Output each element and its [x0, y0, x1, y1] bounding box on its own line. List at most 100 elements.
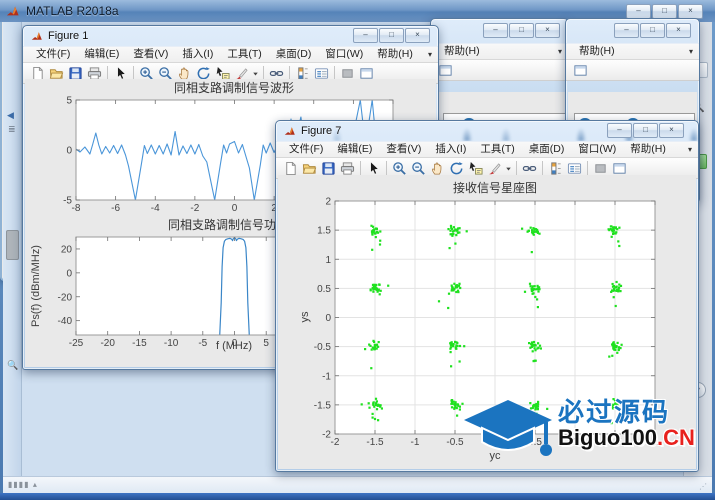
menu-insert[interactable]: 插入(I) [175, 47, 220, 62]
close-button[interactable]: × [678, 4, 703, 19]
minimize-button[interactable]: – [353, 28, 378, 43]
svg-text:-5: -5 [198, 338, 207, 349]
watermark-domain-suffix: .CN [657, 425, 695, 450]
svg-text:-2: -2 [331, 437, 340, 448]
minimize-button[interactable]: – [626, 4, 651, 19]
svg-text:5: 5 [66, 96, 72, 107]
svg-text:0: 0 [325, 313, 331, 324]
svg-text:-20: -20 [100, 338, 115, 349]
toolbar-separator [542, 161, 543, 175]
fig7-title: 接收信号星座图 [453, 180, 537, 195]
svg-text:20: 20 [61, 244, 73, 255]
maximize-button[interactable]: □ [640, 23, 665, 38]
toolbar-separator [334, 66, 335, 80]
toolbar-separator [386, 161, 387, 175]
svg-text:-2: -2 [190, 203, 199, 214]
fig1-plot1-title: 同相支路调制信号波形 [174, 80, 294, 95]
graduation-cap-icon [462, 398, 554, 468]
svg-text:0: 0 [232, 338, 238, 349]
menu-help[interactable]: 帮助(H) [370, 47, 420, 62]
svg-text:0: 0 [66, 146, 72, 157]
menu-tools[interactable]: 工具(T) [473, 142, 521, 157]
bg2-window-controls: – □ × [614, 23, 691, 38]
svg-text:-1: -1 [411, 437, 420, 448]
toolbar-separator [360, 161, 361, 175]
svg-text:-15: -15 [132, 338, 147, 349]
toolbar-separator [516, 161, 517, 175]
bg2-titlebar[interactable]: – □ × [566, 19, 699, 43]
svg-text:0: 0 [232, 203, 238, 214]
main-window-controls: – □ × [626, 4, 703, 19]
resize-grip[interactable]: ⋰ [699, 482, 708, 491]
menu-desktop[interactable]: 桌面(D) [522, 142, 572, 157]
glass-blur-peak [687, 122, 701, 141]
menu-overflow-chevron[interactable]: ▾ [689, 47, 693, 56]
search-icon[interactable]: 🔍 [7, 360, 18, 371]
menu-help[interactable]: 帮助(H) [572, 44, 622, 59]
svg-text:-25: -25 [69, 338, 84, 349]
show-plot-tools-button[interactable] [571, 61, 590, 79]
figure1-titlebar[interactable]: Figure 1 – □ × [23, 26, 438, 46]
maximize-button[interactable]: □ [633, 123, 658, 138]
close-button[interactable]: × [659, 123, 684, 138]
glass-blur-peak [574, 122, 588, 141]
menu-help[interactable]: 帮助(H) [437, 44, 487, 59]
svg-text:5: 5 [263, 338, 269, 349]
bg1-window-controls: – □ × [483, 23, 560, 38]
close-button[interactable]: × [535, 23, 560, 38]
svg-text:-20: -20 [58, 292, 73, 303]
svg-text:-0.5: -0.5 [314, 342, 332, 353]
menu-file[interactable]: 文件(F) [29, 47, 77, 62]
minimize-button[interactable]: – [614, 23, 639, 38]
svg-text:0.5: 0.5 [317, 284, 331, 295]
svg-text:-1.5: -1.5 [366, 437, 384, 448]
svg-text:2: 2 [325, 197, 331, 208]
close-button[interactable]: × [405, 28, 430, 43]
menu-desktop[interactable]: 桌面(D) [269, 47, 319, 62]
menu-window[interactable]: 窗口(W) [318, 47, 370, 62]
figure7-title: Figure 7 [301, 125, 342, 137]
svg-text:0: 0 [66, 268, 72, 279]
matlab-statusbar: ▮▮▮▮ ▴ ⋰ [3, 476, 712, 493]
figure1-menubar: 文件(F) 编辑(E) 查看(V) 插入(I) 工具(T) 桌面(D) 窗口(W) 帮助(H)… [23, 46, 438, 63]
menu-view[interactable]: 查看(V) [126, 47, 175, 62]
menu-overflow-chevron[interactable]: ▾ [688, 145, 692, 154]
minimize-button[interactable]: – [607, 123, 632, 138]
svg-text:-1.5: -1.5 [314, 400, 332, 411]
glass-blur-peak [499, 122, 513, 141]
svg-text:-6: -6 [111, 203, 120, 214]
watermark-brand-en: Biguo100 [558, 425, 658, 450]
figure7-titlebar[interactable]: Figure 7 – □ × [276, 121, 701, 141]
close-button[interactable]: × [666, 23, 691, 38]
menu-tools[interactable]: 工具(T) [220, 47, 268, 62]
menu-help[interactable]: 帮助(H) [623, 142, 673, 157]
statusbar-grip-widget[interactable]: ▮▮▮▮ ▴ [8, 480, 38, 489]
toolbar-separator [107, 66, 108, 80]
svg-text:-1: -1 [322, 371, 331, 382]
bg1-titlebar[interactable]: – □ × [431, 19, 568, 43]
maximize-button[interactable]: □ [379, 28, 404, 43]
toolbar-separator [289, 66, 290, 80]
figure7-window-controls: – □ × [607, 123, 684, 138]
bg2-menubar: 帮助(H) ▾ [566, 43, 699, 60]
svg-text:-10: -10 [164, 338, 179, 349]
bg1-menubar: 帮助(H) ▾ [431, 43, 568, 60]
menu-insert[interactable]: 插入(I) [428, 142, 473, 157]
maximize-button[interactable]: □ [509, 23, 534, 38]
fig7-ylabel: ys [299, 311, 311, 323]
toolbar-separator [587, 161, 588, 175]
menu-overflow-chevron[interactable]: ▾ [558, 47, 562, 56]
menu-overflow-chevron[interactable]: ▾ [428, 50, 432, 59]
menu-edit[interactable]: 编辑(E) [330, 142, 379, 157]
menu-window[interactable]: 窗口(W) [571, 142, 623, 157]
menu-file[interactable]: 文件(F) [282, 142, 330, 157]
maximize-button[interactable]: □ [652, 4, 677, 19]
svg-text:-40: -40 [58, 316, 73, 327]
menu-edit[interactable]: 编辑(E) [77, 47, 126, 62]
menu-view[interactable]: 查看(V) [379, 142, 428, 157]
figure-logo-icon [31, 30, 43, 42]
minimize-button[interactable]: – [483, 23, 508, 38]
figure7-menubar: 文件(F) 编辑(E) 查看(V) 插入(I) 工具(T) 桌面(D) 窗口(W) 帮助(H)… [276, 141, 698, 158]
fig1-plot2-ylabel: Ps(f) (dBm/MHz) [30, 245, 42, 327]
figure-logo-icon [284, 125, 296, 137]
